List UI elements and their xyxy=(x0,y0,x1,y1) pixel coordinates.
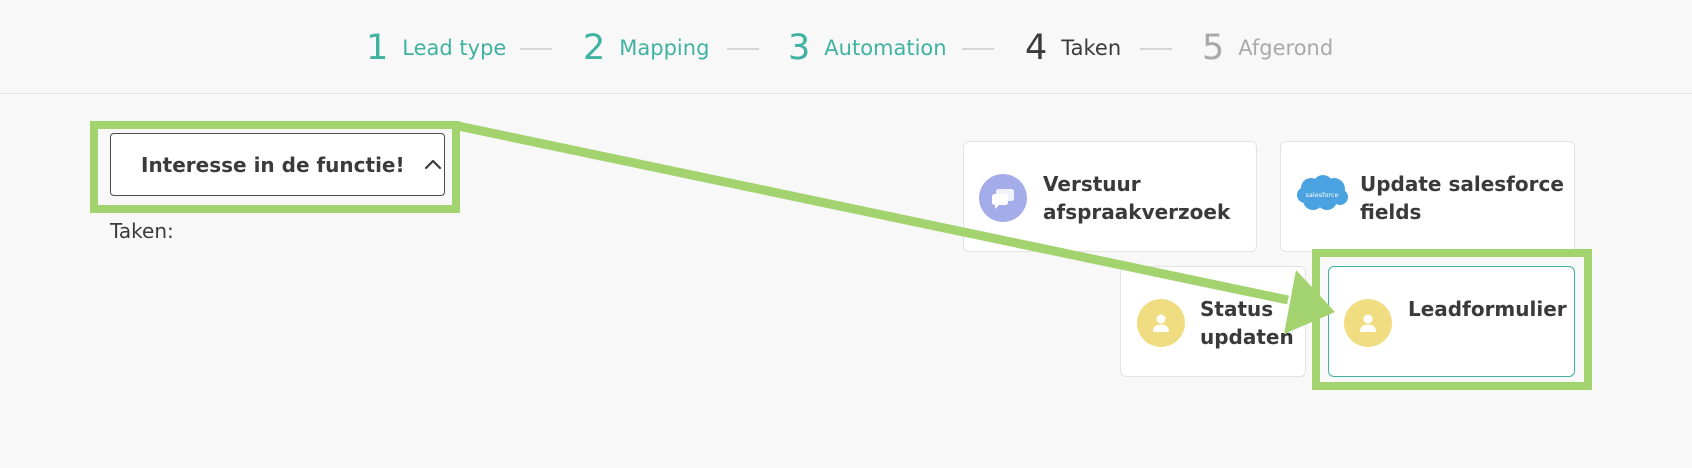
step-afgerond: 5 Afgerond xyxy=(1202,26,1333,70)
user-icon xyxy=(1137,299,1185,347)
step-label: Afgerond xyxy=(1238,36,1334,60)
step-connector xyxy=(962,48,994,50)
step-label: Taken xyxy=(1061,36,1122,60)
step-number: 3 xyxy=(788,28,811,68)
step-lead-type[interactable]: 1 Lead type xyxy=(366,26,506,70)
step-label: Mapping xyxy=(619,36,710,60)
step-taken[interactable]: 4 Taken xyxy=(1025,26,1121,70)
chat-bubbles-icon xyxy=(979,174,1027,222)
salesforce-logo-text: salesforce xyxy=(1306,191,1339,199)
task-title-line: fields xyxy=(1360,200,1422,224)
task-title-line: Update salesforce xyxy=(1360,172,1564,196)
task-card-title: Verstuur afspraakverzoek xyxy=(1043,170,1230,226)
step-label: Automation xyxy=(824,36,947,60)
step-number: 5 xyxy=(1202,28,1225,68)
step-connector xyxy=(727,48,759,50)
step-connector xyxy=(1140,48,1172,50)
task-card-leadformulier[interactable]: Leadformulier xyxy=(1328,266,1575,377)
tasks-label: Taken: xyxy=(110,219,174,243)
wizard-stepper: 1 Lead type 2 Mapping 3 Automation 4 Tak… xyxy=(0,0,1692,94)
step-number: 2 xyxy=(583,28,606,68)
task-card-verstuur-afspraakverzoek[interactable]: Verstuur afspraakverzoek xyxy=(963,141,1257,252)
task-title-line: Verstuur xyxy=(1043,172,1141,196)
task-title-line: Leadformulier xyxy=(1408,297,1567,321)
step-number: 1 xyxy=(366,28,389,68)
step-number: 4 xyxy=(1025,28,1048,68)
task-card-update-salesforce-fields[interactable]: salesforce Update salesforce fields xyxy=(1280,141,1575,252)
task-card-title: Update salesforce fields xyxy=(1360,170,1564,226)
task-title-line: Status xyxy=(1200,297,1274,321)
lead-type-dropdown[interactable]: Interesse in de functie! xyxy=(110,133,445,196)
step-automation[interactable]: 3 Automation xyxy=(788,26,947,70)
task-title-line: afspraakverzoek xyxy=(1043,200,1231,224)
step-mapping[interactable]: 2 Mapping xyxy=(583,26,709,70)
task-title-line: updaten xyxy=(1200,325,1294,349)
task-card-status-updaten[interactable]: Status updaten xyxy=(1120,266,1306,377)
step-label: Lead type xyxy=(402,36,507,60)
user-icon xyxy=(1344,299,1392,347)
chevron-up-icon xyxy=(423,155,443,175)
dropdown-label: Interesse in de functie! xyxy=(141,152,405,177)
salesforce-logo-icon: salesforce xyxy=(1296,174,1348,214)
step-connector xyxy=(520,48,552,50)
task-card-title: Leadformulier xyxy=(1408,295,1567,323)
task-card-title: Status updaten xyxy=(1200,295,1294,351)
